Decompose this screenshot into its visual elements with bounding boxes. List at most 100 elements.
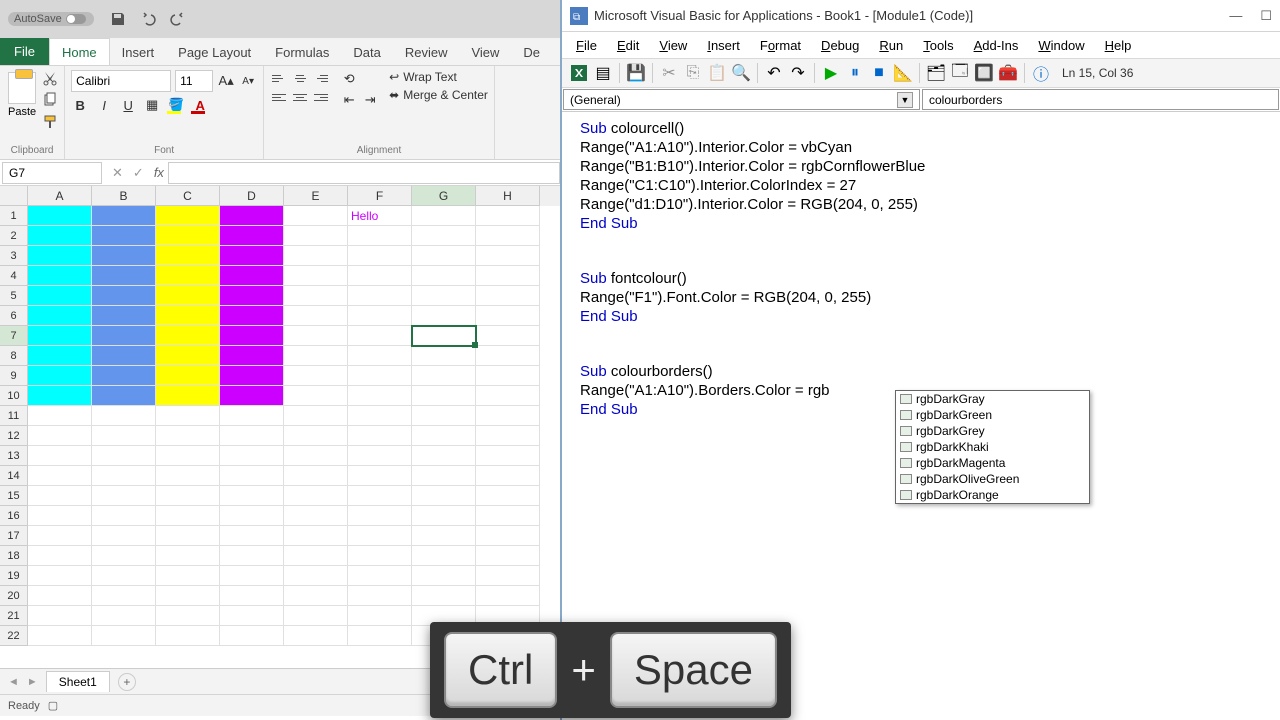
cell-E22[interactable] xyxy=(284,626,348,646)
tab-view[interactable]: View xyxy=(459,39,511,65)
select-all-corner[interactable] xyxy=(0,186,28,206)
autosave-toggle[interactable]: AutoSave xyxy=(8,12,94,26)
row-header-9[interactable]: 9 xyxy=(0,366,28,386)
formula-bar[interactable] xyxy=(168,162,560,184)
cell-D20[interactable] xyxy=(220,586,284,606)
procedure-dropdown[interactable]: colourborders xyxy=(922,89,1279,110)
cell-G9[interactable] xyxy=(412,366,476,386)
cell-B20[interactable] xyxy=(92,586,156,606)
cell-D9[interactable] xyxy=(220,366,284,386)
row-header-8[interactable]: 8 xyxy=(0,346,28,366)
cell-A5[interactable] xyxy=(28,286,92,306)
cell-G3[interactable] xyxy=(412,246,476,266)
undo-icon[interactable] xyxy=(140,11,156,27)
find-icon[interactable]: 🔍 xyxy=(730,62,752,84)
cell-D14[interactable] xyxy=(220,466,284,486)
sheet-nav-right-icon[interactable]: ► xyxy=(27,676,38,688)
col-header-f[interactable]: F xyxy=(348,186,412,206)
cell-A19[interactable] xyxy=(28,566,92,586)
tab-formulas[interactable]: Formulas xyxy=(263,39,341,65)
view-excel-icon[interactable] xyxy=(568,62,590,84)
cell-F13[interactable] xyxy=(348,446,412,466)
menu-tools[interactable]: Tools xyxy=(915,36,961,55)
cell-D19[interactable] xyxy=(220,566,284,586)
cell-E9[interactable] xyxy=(284,366,348,386)
menu-debug[interactable]: Debug xyxy=(813,36,867,55)
cell-F7[interactable] xyxy=(348,326,412,346)
row-header-11[interactable]: 11 xyxy=(0,406,28,426)
intellisense-item[interactable]: rgbDarkOrange xyxy=(896,487,1089,503)
save-icon[interactable]: 💾 xyxy=(625,62,647,84)
cell-D3[interactable] xyxy=(220,246,284,266)
col-header-c[interactable]: C xyxy=(156,186,220,206)
cell-A15[interactable] xyxy=(28,486,92,506)
paste-icon[interactable]: 📋 xyxy=(706,62,728,84)
cell-E2[interactable] xyxy=(284,226,348,246)
cell-B17[interactable] xyxy=(92,526,156,546)
row-header-16[interactable]: 16 xyxy=(0,506,28,526)
cell-F19[interactable] xyxy=(348,566,412,586)
cell-B15[interactable] xyxy=(92,486,156,506)
redo-icon[interactable] xyxy=(170,11,186,27)
cell-A20[interactable] xyxy=(28,586,92,606)
cut-icon[interactable]: ✂ xyxy=(658,62,680,84)
cell-E19[interactable] xyxy=(284,566,348,586)
cell-H15[interactable] xyxy=(476,486,540,506)
cell-D10[interactable] xyxy=(220,386,284,406)
cell-B9[interactable] xyxy=(92,366,156,386)
cell-F22[interactable] xyxy=(348,626,412,646)
cell-H11[interactable] xyxy=(476,406,540,426)
cell-G19[interactable] xyxy=(412,566,476,586)
enter-formula-icon[interactable]: ✓ xyxy=(133,165,144,181)
cell-B11[interactable] xyxy=(92,406,156,426)
cell-B12[interactable] xyxy=(92,426,156,446)
cell-F4[interactable] xyxy=(348,266,412,286)
cell-D18[interactable] xyxy=(220,546,284,566)
cell-A12[interactable] xyxy=(28,426,92,446)
cell-C6[interactable] xyxy=(156,306,220,326)
cell-A21[interactable] xyxy=(28,606,92,626)
row-header-14[interactable]: 14 xyxy=(0,466,28,486)
cell-A9[interactable] xyxy=(28,366,92,386)
cell-B22[interactable] xyxy=(92,626,156,646)
fill-color-button[interactable]: 🪣 xyxy=(167,96,185,114)
cell-H20[interactable] xyxy=(476,586,540,606)
cell-E12[interactable] xyxy=(284,426,348,446)
code-editor[interactable]: Sub colourcell() Range("A1:A10").Interio… xyxy=(562,112,1280,428)
cell-F5[interactable] xyxy=(348,286,412,306)
cell-G1[interactable] xyxy=(412,206,476,226)
insert-module-icon[interactable]: ▤ xyxy=(592,62,614,84)
cell-E15[interactable] xyxy=(284,486,348,506)
cell-C18[interactable] xyxy=(156,546,220,566)
cell-H8[interactable] xyxy=(476,346,540,366)
align-left-icon[interactable] xyxy=(270,89,288,105)
cell-G16[interactable] xyxy=(412,506,476,526)
align-top-center-icon[interactable] xyxy=(291,70,309,86)
cell-D22[interactable] xyxy=(220,626,284,646)
cell-F20[interactable] xyxy=(348,586,412,606)
font-color-button[interactable]: A xyxy=(191,96,209,114)
cell-H19[interactable] xyxy=(476,566,540,586)
cell-C13[interactable] xyxy=(156,446,220,466)
cell-C12[interactable] xyxy=(156,426,220,446)
row-header-20[interactable]: 20 xyxy=(0,586,28,606)
menu-file[interactable]: File xyxy=(568,36,605,55)
font-size-input[interactable] xyxy=(175,70,213,92)
cell-H5[interactable] xyxy=(476,286,540,306)
cell-B3[interactable] xyxy=(92,246,156,266)
cell-G4[interactable] xyxy=(412,266,476,286)
tab-page-layout[interactable]: Page Layout xyxy=(166,39,263,65)
tab-review[interactable]: Review xyxy=(393,39,460,65)
row-header-18[interactable]: 18 xyxy=(0,546,28,566)
name-box[interactable] xyxy=(2,162,102,184)
cell-D2[interactable] xyxy=(220,226,284,246)
menu-insert[interactable]: Insert xyxy=(699,36,748,55)
cell-C17[interactable] xyxy=(156,526,220,546)
cell-G14[interactable] xyxy=(412,466,476,486)
row-header-6[interactable]: 6 xyxy=(0,306,28,326)
stop-icon[interactable]: ■ xyxy=(868,62,890,84)
cell-C9[interactable] xyxy=(156,366,220,386)
tab-insert[interactable]: Insert xyxy=(110,39,167,65)
cell-H6[interactable] xyxy=(476,306,540,326)
cell-E13[interactable] xyxy=(284,446,348,466)
